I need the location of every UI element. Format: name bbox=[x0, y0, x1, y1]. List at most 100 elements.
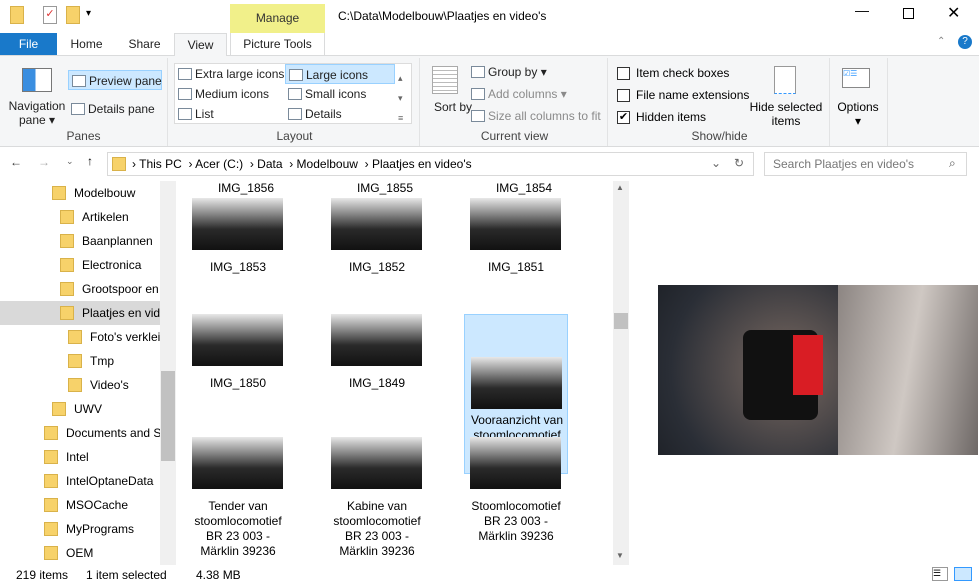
hide-selected-items-button[interactable]: Hide selected items bbox=[748, 100, 824, 128]
file-item[interactable]: IMG_1849 bbox=[325, 314, 429, 418]
search-box[interactable]: Search Plaatjes en video's ⌕ bbox=[764, 152, 967, 176]
details-pane-button[interactable]: Details pane bbox=[68, 99, 155, 119]
file-item[interactable]: IMG_1853 bbox=[186, 198, 290, 302]
address-dropdown-icon[interactable]: ⌄ bbox=[711, 156, 721, 170]
collapse-ribbon-icon[interactable]: ⌃ bbox=[937, 36, 945, 47]
item-check-boxes-label[interactable]: Item check boxes bbox=[636, 66, 729, 80]
tab-file[interactable]: File bbox=[0, 33, 57, 55]
sidebar-item[interactable]: MSOCache bbox=[0, 493, 160, 517]
up-button[interactable]: ↑ bbox=[87, 154, 93, 168]
sidebar-item[interactable]: MyPrograms bbox=[0, 517, 160, 541]
file-item[interactable]: IMG_1851 bbox=[464, 198, 568, 302]
sidebar-item[interactable]: Modelbouw bbox=[0, 181, 160, 205]
customize-toolbar-icon[interactable]: ▾ bbox=[86, 8, 91, 19]
file-thumbnail bbox=[331, 198, 422, 250]
file-item[interactable]: Tender van stoomlocomotief BR 23 003 - M… bbox=[186, 437, 290, 558]
tab-home[interactable]: Home bbox=[60, 33, 113, 55]
refresh-button[interactable]: ↻ bbox=[734, 156, 744, 170]
file-item[interactable]: Kabine van stoomlocomotief BR 23 003 - M… bbox=[325, 437, 429, 558]
add-columns-button[interactable]: Add columns ▾ bbox=[468, 84, 567, 104]
item-check-boxes-checkbox[interactable] bbox=[617, 67, 630, 80]
crumb-modelbouw[interactable]: Modelbouw bbox=[297, 157, 358, 171]
sidebar-item[interactable]: Grootspoor en z bbox=[0, 277, 160, 301]
gallery-scroll-buttons[interactable]: ▴ ▾ ≡ bbox=[398, 68, 403, 128]
sidebar-item[interactable]: Intel bbox=[0, 445, 160, 469]
files-scrollbar[interactable]: ▲ ▼ bbox=[613, 181, 629, 565]
file-thumbnail bbox=[470, 198, 561, 250]
search-placeholder: Search Plaatjes en video's bbox=[773, 157, 915, 171]
file-item[interactable]: IMG_1852 bbox=[325, 198, 429, 302]
layout-small-icons[interactable]: Small icons bbox=[285, 84, 366, 104]
file-name-extensions-label[interactable]: File name extensions bbox=[636, 88, 749, 102]
sidebar-item[interactable]: Plaatjes en vide bbox=[0, 301, 160, 325]
sidebar-item[interactable]: IntelOptaneData bbox=[0, 469, 160, 493]
file-label: Tender van stoomlocomotief BR 23 003 - M… bbox=[194, 499, 282, 558]
crumb-data[interactable]: Data bbox=[257, 157, 282, 171]
layout-extra-large-icons[interactable]: Extra large icons bbox=[175, 64, 284, 84]
sidebar-item[interactable]: OEM bbox=[0, 541, 160, 565]
address-bar[interactable]: › This PC › Acer (C:) › Data › Modelbouw… bbox=[107, 152, 754, 176]
group-by-button[interactable]: Group by ▾ bbox=[468, 62, 547, 82]
preview-pane-button[interactable]: Preview pane bbox=[68, 70, 162, 90]
minimize-button[interactable]: — bbox=[855, 2, 869, 18]
preview-pane-icon bbox=[72, 75, 86, 87]
sidebar-item[interactable]: Documents and Se bbox=[0, 421, 160, 445]
file-item[interactable]: IMG_1850 bbox=[186, 314, 290, 418]
layout-details[interactable]: Details bbox=[285, 104, 342, 124]
recent-locations-icon[interactable]: ⌄ bbox=[66, 156, 74, 167]
sidebar-item[interactable]: Tmp bbox=[0, 349, 160, 373]
close-button[interactable]: ✕ bbox=[947, 3, 960, 23]
crumb-plaatjes[interactable]: Plaatjes en video's bbox=[372, 157, 472, 171]
layout-large-icons[interactable]: Large icons bbox=[285, 64, 395, 84]
sidebar-item-label: Artikelen bbox=[82, 210, 129, 224]
crumb-this-pc[interactable]: This PC bbox=[139, 157, 182, 171]
folder-icon[interactable] bbox=[10, 6, 24, 24]
sidebar-scroll-thumb[interactable] bbox=[161, 371, 175, 461]
details-pane-icon bbox=[71, 103, 85, 115]
details-view-button[interactable]: ☰ bbox=[932, 567, 948, 581]
file-label: IMG_1852 bbox=[348, 260, 406, 274]
sidebar-item[interactable]: Video's bbox=[0, 373, 160, 397]
file-item[interactable]: Stoomlocomotief BR 23 003 - Märklin 3923… bbox=[464, 437, 568, 549]
file-name-extensions-checkbox[interactable] bbox=[617, 89, 630, 102]
layout-medium-icons[interactable]: Medium icons bbox=[175, 84, 269, 104]
size-columns-button[interactable]: Size all columns to fit bbox=[468, 106, 601, 126]
maximize-button[interactable] bbox=[903, 8, 914, 19]
new-folder-icon[interactable] bbox=[66, 6, 80, 24]
scroll-up-icon[interactable]: ▲ bbox=[616, 183, 624, 192]
hidden-items-label[interactable]: Hidden items bbox=[636, 110, 706, 124]
navigation-pane-button[interactable]: Navigation pane ▾ bbox=[6, 99, 68, 127]
file-label[interactable]: IMG_1856 bbox=[194, 181, 298, 196]
folder-icon bbox=[44, 474, 58, 488]
ribbon: Navigation pane ▾ Preview pane Details p… bbox=[0, 55, 979, 147]
properties-icon[interactable]: ✓ bbox=[43, 6, 57, 24]
sidebar-item-label: Electronica bbox=[82, 258, 142, 272]
file-label[interactable]: IMG_1854 bbox=[472, 181, 576, 196]
files-scroll-thumb[interactable] bbox=[614, 313, 628, 329]
sidebar-item-label: UWV bbox=[74, 402, 102, 416]
sort-by-button[interactable]: Sort by bbox=[434, 100, 472, 114]
sidebar-item-label: Grootspoor en z bbox=[82, 282, 160, 296]
tab-share[interactable]: Share bbox=[118, 33, 171, 55]
forward-button[interactable]: → bbox=[38, 155, 50, 169]
layout-list[interactable]: List bbox=[175, 104, 214, 124]
sidebar-scrollbar[interactable] bbox=[160, 181, 176, 565]
sidebar-item[interactable]: Artikelen bbox=[0, 205, 160, 229]
back-button[interactable]: ← bbox=[10, 155, 22, 169]
file-thumbnail bbox=[192, 314, 283, 366]
crumb-acer-c[interactable]: Acer (C:) bbox=[195, 157, 243, 171]
sidebar-item[interactable]: Baanplannen bbox=[0, 229, 160, 253]
scroll-down-icon[interactable]: ▼ bbox=[616, 551, 624, 560]
sidebar-item[interactable]: UWV bbox=[0, 397, 160, 421]
manage-context-tab[interactable]: Manage bbox=[230, 4, 325, 33]
help-icon[interactable]: ? bbox=[958, 35, 972, 49]
tab-view[interactable]: View bbox=[174, 33, 227, 56]
large-icons-view-button[interactable] bbox=[954, 567, 972, 581]
sidebar-item[interactable]: Electronica bbox=[0, 253, 160, 277]
sidebar-item[interactable]: Foto's verklein bbox=[0, 325, 160, 349]
tab-picture-tools[interactable]: Picture Tools bbox=[230, 33, 325, 55]
folder-icon bbox=[52, 186, 66, 200]
hidden-items-checkbox[interactable]: ✔ bbox=[617, 111, 630, 124]
options-button[interactable]: Options ▾ bbox=[832, 100, 884, 128]
file-label[interactable]: IMG_1855 bbox=[333, 181, 437, 196]
